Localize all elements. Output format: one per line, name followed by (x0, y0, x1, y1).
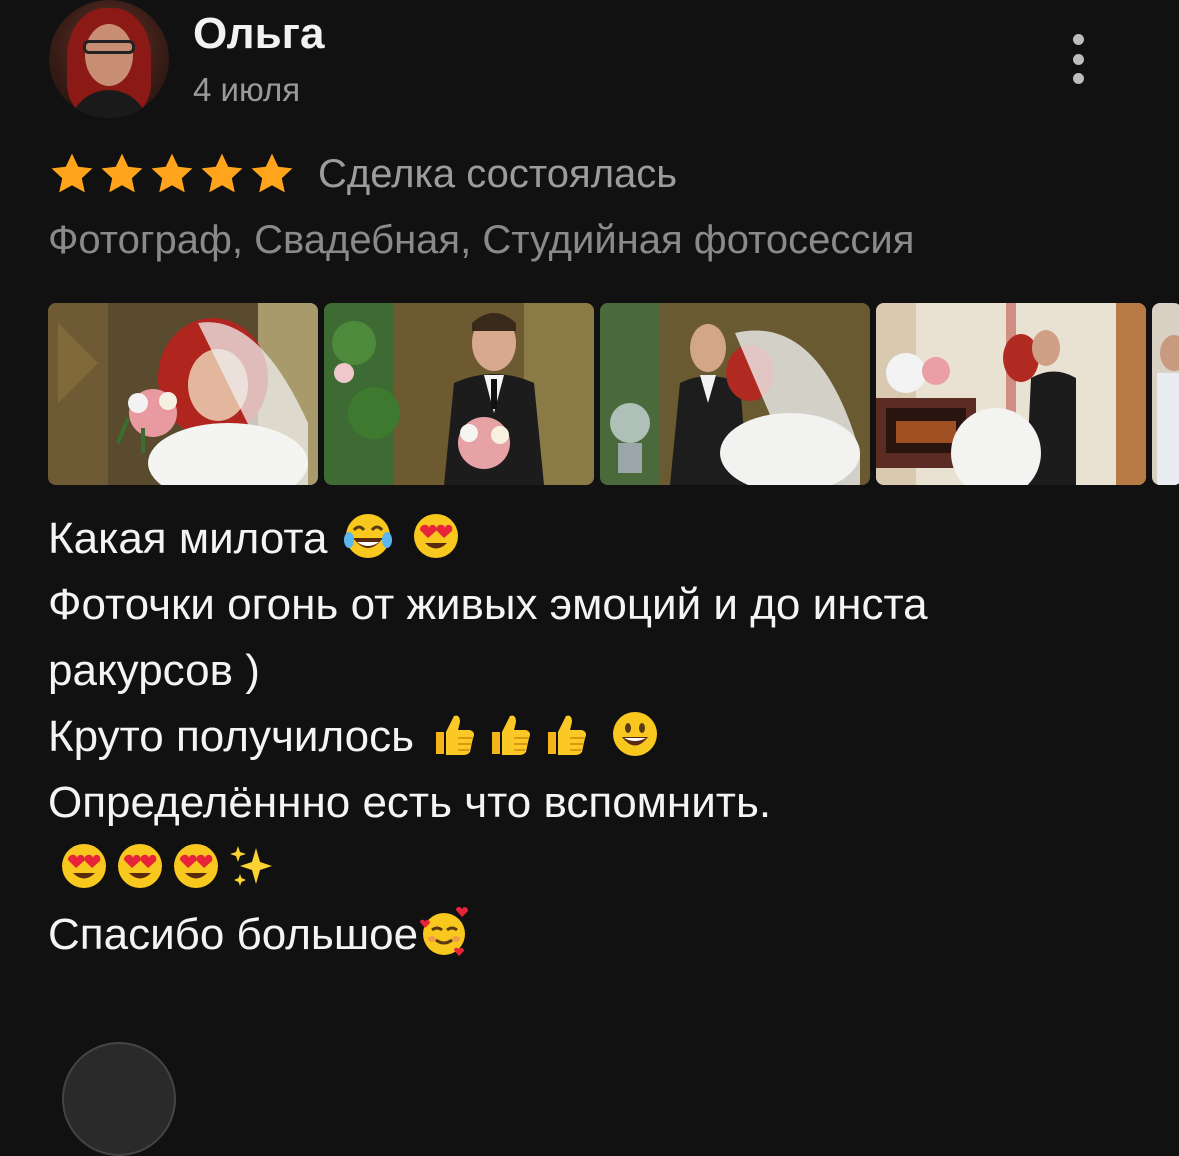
author-name[interactable]: Ольга (193, 8, 324, 60)
review-line-7: Спасибо большое (48, 902, 1148, 968)
thumbs-up-emoji (484, 708, 536, 760)
heart-eyes-emoji (58, 840, 110, 892)
star-icon (251, 153, 293, 193)
review-date: 4 июля (193, 71, 301, 108)
heart-eyes-emoji (114, 840, 166, 892)
thumbs-up-emoji (428, 708, 480, 760)
deal-status: Сделка состоялась (318, 152, 678, 196)
star-icon (101, 153, 143, 193)
next-review-avatar[interactable] (62, 1042, 176, 1156)
photo-couple-laughing[interactable] (600, 303, 870, 485)
more-dot-icon (1072, 34, 1084, 45)
review-line-5: Определённно есть что вспомнить. (48, 778, 772, 827)
thumbs-up-emoji (540, 708, 592, 760)
sparkles-emoji (226, 840, 278, 892)
photo-couple-kiss[interactable] (876, 303, 1146, 485)
star-icon (201, 153, 243, 193)
review-text: Какая милота Фоточки огонь от живых эмоц… (48, 506, 1148, 968)
service-categories: Фотограф, Свадебная, Студийная фотосесси… (48, 218, 915, 262)
review-line-6 (48, 836, 1148, 902)
rating-row: Сделка состоялась (48, 148, 677, 200)
heart-eyes-emoji (410, 510, 462, 562)
more-options-button[interactable] (1058, 34, 1098, 84)
photo-gallery[interactable] (48, 303, 1179, 485)
laughing-tears-emoji (342, 510, 394, 562)
photo-bride-bouquet[interactable] (48, 303, 318, 485)
review-line-3: ракурсов ) (48, 646, 260, 695)
more-dot-icon (1072, 73, 1084, 84)
heart-eyes-emoji (170, 840, 222, 892)
review-line-1: Какая милота (48, 506, 1148, 572)
photo-guests[interactable] (1152, 303, 1179, 485)
star-rating (48, 150, 296, 198)
smiling-hearts-emoji (418, 906, 470, 958)
review-card: Ольга 4 июля Сделка состоялась Фотограф,… (0, 0, 1179, 1156)
star-icon (151, 153, 193, 193)
photo-groom-bouquet[interactable] (324, 303, 594, 485)
more-dot-icon (1072, 53, 1084, 65)
grinning-emoji (609, 708, 661, 760)
review-line-4: Круто получилось (48, 704, 1148, 770)
author-avatar[interactable] (49, 0, 169, 118)
review-line-2: Фоточки огонь от живых эмоций и до инста (48, 580, 928, 629)
star-icon (51, 153, 93, 193)
